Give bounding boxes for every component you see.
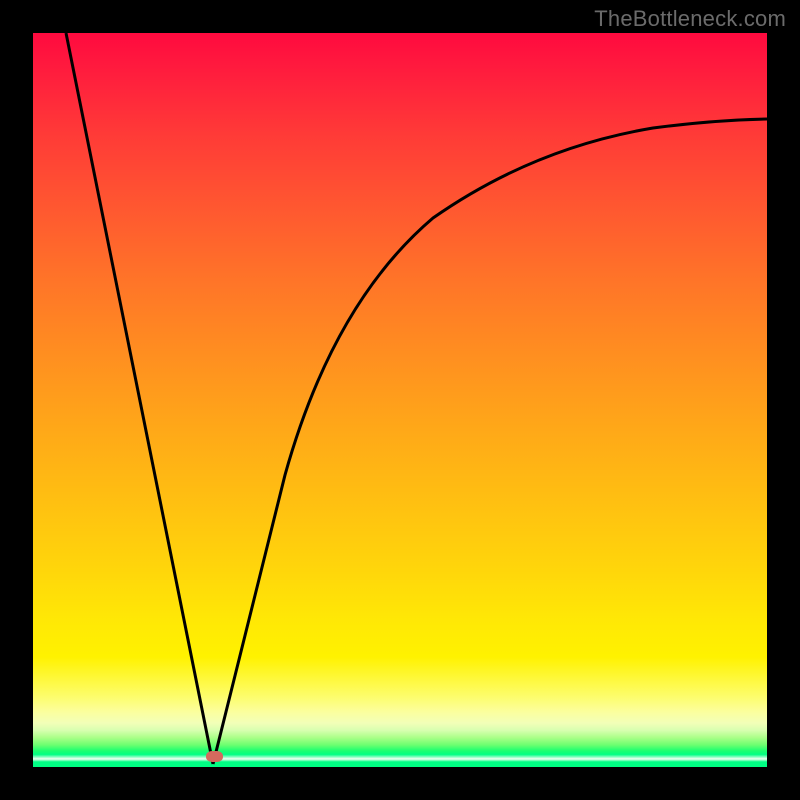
- minimum-marker: [206, 751, 223, 762]
- chart-frame: TheBottleneck.com: [0, 0, 800, 800]
- curve-left-branch: [66, 33, 213, 764]
- watermark-text: TheBottleneck.com: [594, 6, 786, 32]
- bottleneck-curve: [33, 33, 767, 767]
- plot-area: [33, 33, 767, 767]
- curve-right-branch: [213, 119, 767, 764]
